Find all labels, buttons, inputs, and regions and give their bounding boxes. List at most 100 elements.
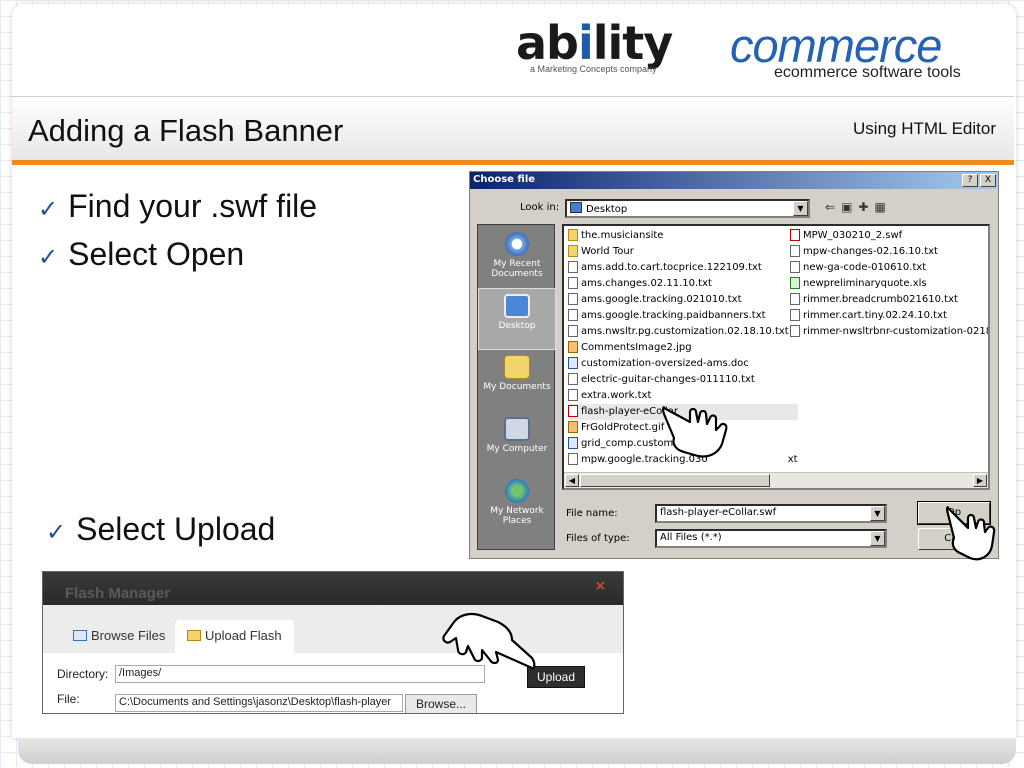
text-file-icon xyxy=(568,453,578,465)
word-doc-icon xyxy=(568,437,578,449)
list-item[interactable]: electric-guitar-changes-011110.txt xyxy=(568,372,798,388)
flash-manager-panel: Flash Manager × Browse Files Upload Flas… xyxy=(42,571,624,714)
folder-icon xyxy=(568,229,578,241)
flash-manager-title: Flash Manager xyxy=(65,585,171,602)
slide-title: Adding a Flash Banner xyxy=(28,113,344,148)
hand-cursor-icon xyxy=(946,506,996,561)
file-name-input[interactable]: flash-player-eCollar.swf ▼ xyxy=(655,504,887,523)
dialog-title-bar: Choose file xyxy=(470,172,998,189)
place-desktop[interactable]: Desktop xyxy=(478,288,556,350)
choose-file-dialog: Choose file ? X Look in: Desktop ▼ ⇐▣✚▦ … xyxy=(469,171,999,559)
logo-tagline-left: a Marketing Concepts company xyxy=(530,64,657,74)
text-file-icon xyxy=(790,309,800,321)
look-in-select[interactable]: Desktop ▼ xyxy=(565,199,810,218)
text-file-icon xyxy=(568,277,578,289)
tab-browse-files[interactable]: Browse Files xyxy=(61,620,177,653)
list-item[interactable]: World Tour xyxy=(568,244,798,260)
back-icon[interactable]: ⇐ xyxy=(825,200,841,214)
image-file-icon xyxy=(568,421,578,433)
file-path-field[interactable]: C:\Documents and Settings\jasonz\Desktop… xyxy=(115,694,403,712)
file-label: File: xyxy=(57,692,80,706)
directory-label: Directory: xyxy=(57,667,109,681)
desktop-icon xyxy=(570,202,582,213)
text-file-icon xyxy=(790,261,800,273)
folder-icon xyxy=(568,245,578,257)
close-button[interactable]: X xyxy=(980,174,996,187)
browse-files-icon xyxy=(73,630,87,641)
place-my-network-places[interactable]: My Network Places xyxy=(478,474,556,536)
upload-flash-icon xyxy=(187,630,201,641)
text-file-icon xyxy=(568,389,578,401)
list-item[interactable]: mpw-changes-02.16.10.txt xyxy=(790,244,988,260)
list-item[interactable]: rimmer-nwsltrbnr-customization-021810. xyxy=(790,324,988,340)
text-file-icon xyxy=(568,373,578,385)
my-computer-icon xyxy=(504,417,530,441)
list-item[interactable]: rimmer.breadcrumb021610.txt xyxy=(790,292,988,308)
file-column-2: MPW_030210_2.swf mpw-changes-02.16.10.tx… xyxy=(790,228,988,340)
network-places-icon xyxy=(505,479,529,503)
directory-field[interactable]: /Images/ xyxy=(115,665,485,683)
file-list[interactable]: the.musiciansite World Tour ams.add.to.c… xyxy=(562,224,990,490)
list-item[interactable]: ams.google.tracking.021010.txt xyxy=(568,292,798,308)
title-band: Adding a Flash Banner Using HTML Editor xyxy=(12,96,1014,165)
place-my-computer[interactable]: My Computer xyxy=(478,412,556,474)
tab-upload-flash[interactable]: Upload Flash xyxy=(175,620,294,653)
place-my-documents[interactable]: My Documents xyxy=(478,350,556,412)
scroll-left-icon[interactable]: ◀ xyxy=(565,474,579,487)
list-item[interactable]: CommentsImage2.jpg xyxy=(568,340,798,356)
flash-manager-tabs: Browse Files Upload Flash xyxy=(43,605,623,653)
dialog-title: Choose file xyxy=(473,174,536,185)
horizontal-scrollbar[interactable]: ◀ ▶ xyxy=(564,472,988,488)
text-file-icon xyxy=(790,245,800,257)
list-item[interactable]: MPW_030210_2.swf xyxy=(790,228,988,244)
scroll-right-icon[interactable]: ▶ xyxy=(973,474,987,487)
list-item[interactable]: ams.nwsltr.pg.customization.02.18.10.txt xyxy=(568,324,798,340)
view-menu-icon[interactable]: ▦ xyxy=(874,200,891,214)
chevron-down-icon[interactable]: ▼ xyxy=(793,201,808,216)
list-item[interactable]: ams.changes.02.11.10.txt xyxy=(568,276,798,292)
look-in-label: Look in: xyxy=(520,202,560,213)
slide-subtitle: Using HTML Editor xyxy=(853,119,996,138)
scrollbar-thumb[interactable] xyxy=(580,474,770,487)
text-file-icon xyxy=(790,293,800,305)
list-item[interactable]: the.musiciansite xyxy=(568,228,798,244)
check-icon: ✓ xyxy=(38,244,59,271)
chevron-down-icon[interactable]: ▼ xyxy=(870,506,885,521)
file-name-label: File name: xyxy=(566,508,618,519)
image-file-icon xyxy=(568,341,578,353)
dialog-toolbar: ⇐▣✚▦ xyxy=(825,200,892,214)
text-file-icon xyxy=(790,325,800,337)
text-file-icon xyxy=(568,325,578,337)
place-my-recent-documents[interactable]: My Recent Documents xyxy=(478,227,556,289)
browse-button[interactable]: Browse... xyxy=(405,694,477,713)
ability-commerce-logo: ability commerce a Marketing Concepts co… xyxy=(516,16,1006,86)
recent-documents-icon xyxy=(505,232,529,256)
list-item[interactable]: ams.google.tracking.paidbanners.txt xyxy=(568,308,798,324)
list-item[interactable]: ams.add.to.cart.tocprice.122109.txt xyxy=(568,260,798,276)
flash-manager-header: Flash Manager × xyxy=(43,572,623,605)
flash-file-icon xyxy=(790,229,800,241)
list-item[interactable]: newpreliminaryquote.xls xyxy=(790,276,988,292)
bullet-select-upload: ✓ Select Upload xyxy=(46,511,276,547)
hand-cursor-icon xyxy=(662,406,728,458)
logo-tagline-right: ecommerce software tools xyxy=(774,64,961,81)
file-type-label: Files of type: xyxy=(566,533,630,544)
help-button[interactable]: ? xyxy=(962,174,978,187)
new-folder-icon[interactable]: ✚ xyxy=(858,200,874,214)
flash-file-icon xyxy=(568,405,578,417)
check-icon: ✓ xyxy=(46,519,67,546)
text-file-icon xyxy=(568,293,578,305)
chevron-down-icon[interactable]: ▼ xyxy=(870,531,885,546)
footer-bar xyxy=(18,738,1016,764)
close-icon[interactable]: × xyxy=(596,578,605,596)
file-type-select[interactable]: All Files (*.*) ▼ xyxy=(655,529,887,548)
list-item[interactable]: new-ga-code-010610.txt xyxy=(790,260,988,276)
word-doc-icon xyxy=(568,357,578,369)
desktop-icon xyxy=(504,294,530,318)
text-file-icon xyxy=(568,309,578,321)
list-item[interactable]: customization-oversized-ams.doc xyxy=(568,356,798,372)
up-folder-icon[interactable]: ▣ xyxy=(841,200,858,214)
my-documents-icon xyxy=(504,355,530,379)
list-item[interactable]: rimmer.cart.tiny.02.24.10.txt xyxy=(790,308,988,324)
hand-cursor-icon xyxy=(442,612,536,670)
